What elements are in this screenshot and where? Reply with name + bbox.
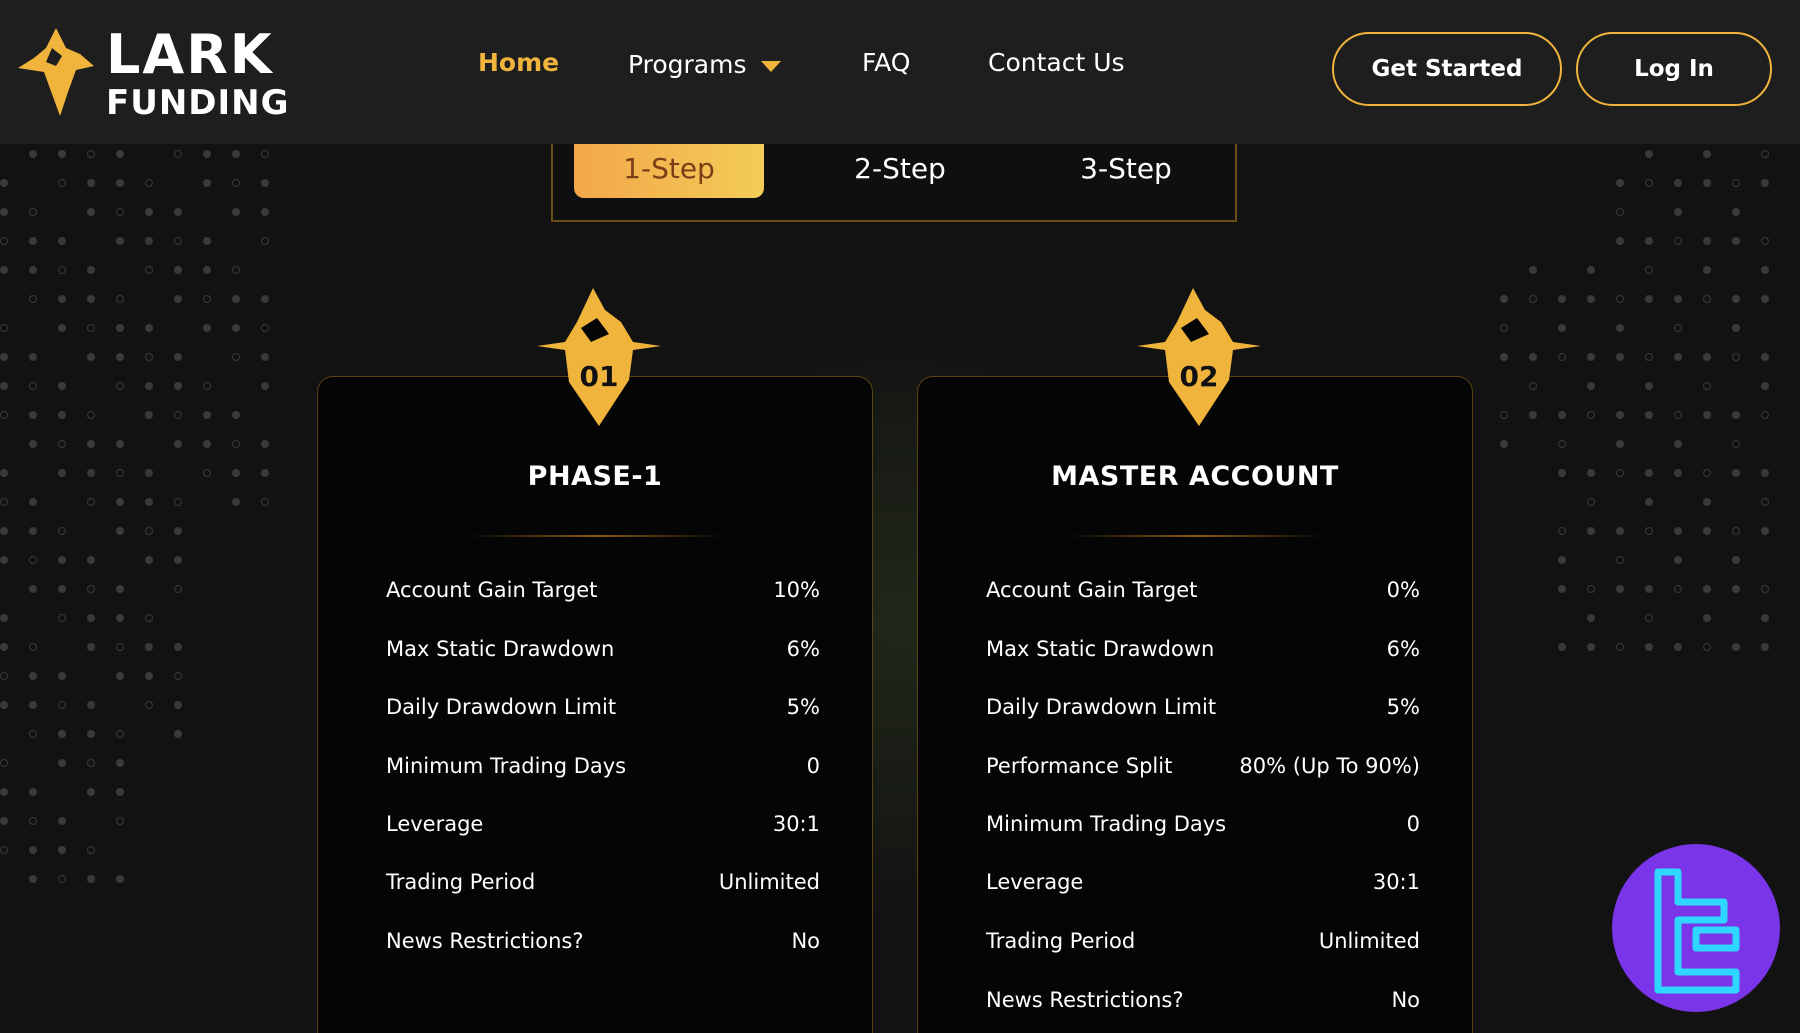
- brand-name-line2: FUNDING: [106, 83, 290, 123]
- row-label: News Restrictions?: [386, 929, 584, 953]
- row-value: No: [1391, 988, 1420, 1012]
- row-value: 0%: [1386, 578, 1420, 602]
- card-divider: [1068, 535, 1324, 537]
- row-label: Leverage: [386, 812, 484, 836]
- tc-logo-icon: [1654, 868, 1740, 994]
- card-row: Trading Period Unlimited: [386, 870, 820, 900]
- nav-item-contact-us[interactable]: Contact Us: [988, 48, 1125, 77]
- nav-item-faq[interactable]: FAQ: [862, 48, 910, 77]
- card-row: Trading Period Unlimited: [986, 929, 1420, 959]
- row-value: 5%: [1386, 695, 1420, 719]
- card-row: Minimum Trading Days 0: [986, 812, 1420, 842]
- badge-shape-icon: [1137, 288, 1261, 426]
- badge-shape-icon: [537, 288, 661, 426]
- card-row: Account Gain Target 0%: [986, 578, 1420, 608]
- row-label: Daily Drawdown Limit: [986, 695, 1217, 719]
- row-label: Account Gain Target: [386, 578, 598, 602]
- row-label: Account Gain Target: [986, 578, 1198, 602]
- phase-1-card: PHASE-1 Account Gain Target 10% Max Stati…: [317, 376, 873, 1033]
- log-in-button[interactable]: Log In: [1576, 32, 1772, 106]
- row-label: Leverage: [986, 870, 1084, 894]
- card-row: Daily Drawdown Limit 5%: [386, 695, 820, 725]
- card-row: Leverage 30:1: [386, 812, 820, 842]
- row-label: Minimum Trading Days: [386, 754, 627, 778]
- row-label: Trading Period: [386, 870, 536, 894]
- step-badge-01: 01: [535, 288, 663, 428]
- badge-number: 02: [1179, 360, 1219, 393]
- card-row: News Restrictions? No: [386, 929, 820, 959]
- card-row: Leverage 30:1: [986, 870, 1420, 900]
- row-value: 30:1: [772, 812, 820, 836]
- card-divider: [468, 535, 724, 537]
- row-value: 80% (Up To 90%): [1239, 754, 1420, 778]
- row-value: 30:1: [1372, 870, 1420, 894]
- tab-3-step[interactable]: 3-Step: [1031, 144, 1221, 198]
- card-title: MASTER ACCOUNT: [1051, 461, 1339, 492]
- row-value: 10%: [773, 578, 820, 602]
- row-value: 0: [1406, 812, 1420, 836]
- badge-number: 01: [579, 360, 619, 393]
- card-row: Daily Drawdown Limit 5%: [986, 695, 1420, 725]
- program-step-tabs: 1-Step 2-Step 3-Step: [551, 144, 1237, 222]
- row-label: Max Static Drawdown: [386, 637, 615, 661]
- card-row: News Restrictions? No: [986, 988, 1420, 1018]
- tab-1-step[interactable]: 1-Step: [574, 144, 764, 198]
- card-title: PHASE-1: [527, 461, 663, 492]
- row-label: Daily Drawdown Limit: [386, 695, 617, 719]
- row-value: Unlimited: [718, 870, 820, 894]
- row-value: 6%: [1386, 637, 1420, 661]
- caret-down-icon: [760, 60, 781, 72]
- site-header: LARK FUNDING Home Programs FAQ Contact U…: [0, 0, 1800, 144]
- card-row: Minimum Trading Days 0: [386, 754, 820, 784]
- row-label: Minimum Trading Days: [986, 812, 1227, 836]
- nav-item-home[interactable]: Home: [478, 48, 559, 77]
- row-label: News Restrictions?: [986, 988, 1184, 1012]
- tab-2-step[interactable]: 2-Step: [805, 144, 995, 198]
- get-started-button[interactable]: Get Started: [1332, 32, 1562, 106]
- row-label: Performance Split: [986, 754, 1173, 778]
- row-value: No: [791, 929, 820, 953]
- card-row: Max Static Drawdown 6%: [986, 637, 1420, 667]
- card-row: Performance Split 80% (Up To 90%): [986, 754, 1420, 784]
- row-label: Trading Period: [986, 929, 1136, 953]
- row-value: Unlimited: [1318, 929, 1420, 953]
- row-value: 0: [806, 754, 820, 778]
- row-label: Max Static Drawdown: [986, 637, 1215, 661]
- nav-item-programs[interactable]: Programs: [628, 50, 781, 79]
- step-badge-02: 02: [1135, 288, 1263, 428]
- nav-item-programs-label: Programs: [628, 50, 747, 79]
- card-row: Account Gain Target 10%: [386, 578, 820, 608]
- row-value: 6%: [786, 637, 820, 661]
- master-account-card: MASTER ACCOUNT Account Gain Target 0% Max…: [917, 376, 1473, 1033]
- site-watermark: [1612, 844, 1780, 1012]
- row-value: 5%: [786, 695, 820, 719]
- card-row: Max Static Drawdown 6%: [386, 637, 820, 667]
